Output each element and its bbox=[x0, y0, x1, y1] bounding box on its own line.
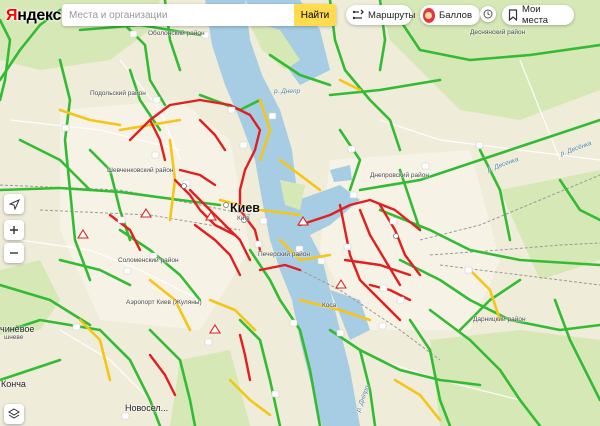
plus-icon bbox=[10, 226, 18, 234]
label-kyiv: Киев bbox=[230, 201, 260, 215]
header: Яндекс bbox=[6, 5, 69, 27]
label-kyiv-local: Київ bbox=[237, 215, 250, 222]
minus-icon bbox=[10, 252, 18, 254]
search-box: Найти bbox=[62, 4, 336, 26]
label-podolsky-district: Подольский район bbox=[90, 90, 146, 97]
label-zhuliany-airport: Аэропорт Киев (Жуляны) bbox=[126, 299, 202, 306]
label-dnepr-river: р. Днепр bbox=[274, 88, 301, 95]
label-shneve: шневе bbox=[4, 334, 24, 341]
my-places-label: Мои места bbox=[522, 4, 549, 26]
label-solomensky-district: Соломенский район bbox=[118, 257, 179, 264]
my-places-button[interactable]: Мои места bbox=[502, 4, 574, 26]
traffic-button[interactable]: Баллов bbox=[420, 5, 480, 25]
label-dneprovsky-district: Днепровский район bbox=[370, 172, 429, 179]
routes-icon bbox=[352, 9, 364, 20]
clock-icon bbox=[483, 9, 493, 19]
label-shevchenkovsky-district: Шевченковский район bbox=[107, 167, 174, 174]
zoom-out-button[interactable] bbox=[4, 243, 24, 263]
label-desnyansky-district: Деснянский район bbox=[470, 29, 526, 36]
routes-label: Маршруты bbox=[368, 9, 416, 21]
traffic-label: Баллов bbox=[438, 9, 472, 21]
layers-icon bbox=[8, 408, 20, 419]
locate-me-button[interactable] bbox=[4, 194, 24, 214]
routes-button[interactable]: Маршруты bbox=[346, 5, 416, 25]
logo-rest: ндекс bbox=[17, 7, 62, 24]
traffic-forecast-button[interactable] bbox=[480, 6, 496, 22]
label-kosa: Коса bbox=[322, 302, 337, 309]
label-novoselki: Новосел... bbox=[125, 403, 169, 413]
traffic-map[interactable] bbox=[0, 0, 600, 426]
search-input[interactable] bbox=[62, 4, 294, 26]
logo-first-letter: Я bbox=[6, 7, 18, 24]
label-obolonsky-district: Оболонский район bbox=[148, 30, 205, 37]
search-button[interactable]: Найти bbox=[294, 4, 336, 26]
yandex-logo[interactable]: Яндекс bbox=[6, 7, 61, 25]
location-arrow-icon bbox=[8, 198, 20, 210]
label-koncha: Конча bbox=[1, 379, 26, 389]
label-darnitsky-district: Дарницкий район bbox=[473, 316, 526, 323]
zoom-in-button[interactable] bbox=[4, 220, 24, 240]
layers-button[interactable] bbox=[4, 404, 24, 424]
bookmark-icon bbox=[508, 9, 518, 21]
label-chinevoe: чинёвое bbox=[0, 324, 35, 334]
label-pechersky-district: Печерский район bbox=[258, 251, 310, 258]
traffic-light-icon bbox=[423, 7, 435, 23]
